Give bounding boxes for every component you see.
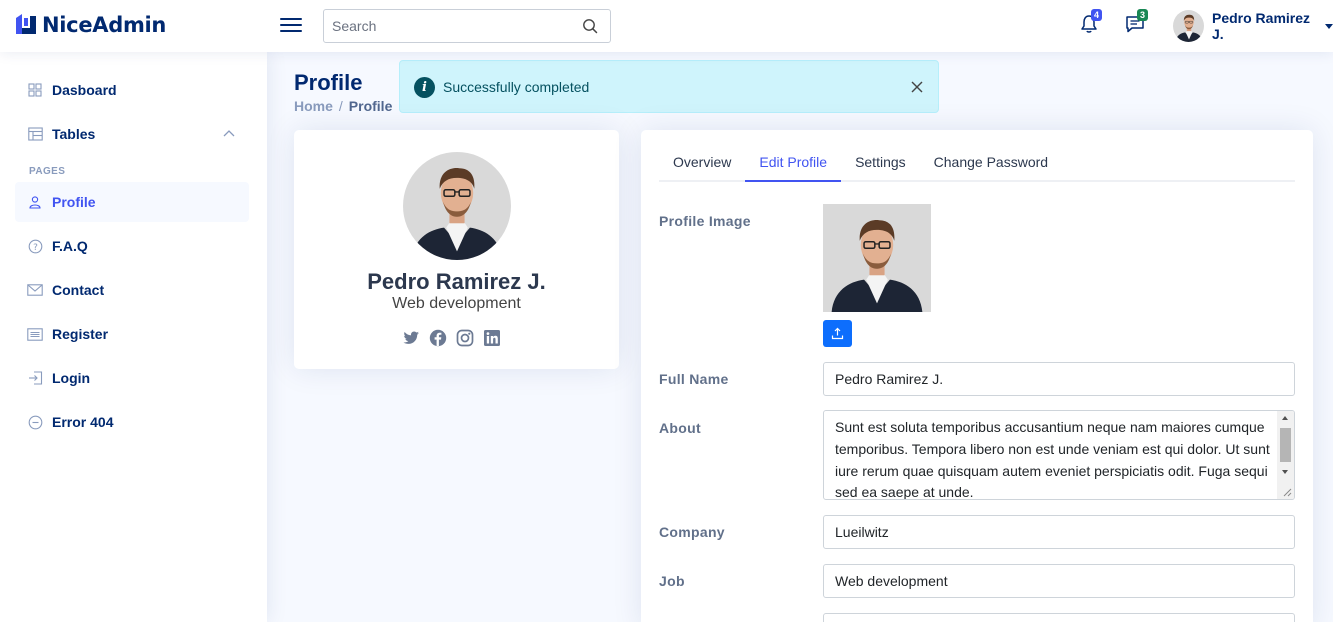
sidebar-item-label: Dasboard [52,82,117,98]
sidebar-item-label: Register [52,326,109,342]
sidebar-item-dashboard[interactable]: Dasboard [15,70,249,110]
svg-text:?: ? [33,243,38,253]
sidebar-item-label: Contact [52,282,105,298]
search-icon[interactable] [582,18,598,34]
search-input[interactable] [324,10,564,42]
textarea-scrollbar[interactable] [1277,411,1294,499]
info-icon: i [414,77,435,98]
instagram-icon[interactable] [456,329,474,347]
linkedin-icon[interactable] [483,329,501,347]
sidebar-item-faq[interactable]: ? F.A.Q [15,226,249,266]
alert-message: Successfully completed [443,79,590,95]
table-icon [27,126,43,142]
sidebar-item-contact[interactable]: Contact [15,270,249,310]
card-list-icon [27,326,43,342]
sidebar-item-label: Login [52,370,91,386]
dash-circle-icon [27,414,43,430]
envelope-icon [27,282,43,298]
company-label: Company [659,524,725,540]
social-links [402,329,510,347]
company-field[interactable] [823,515,1295,549]
profile-job: Web development [392,295,521,312]
full-name-field[interactable] [823,362,1295,396]
messages-badge: 3 [1137,9,1149,21]
sidebar-item-login[interactable]: Login [15,358,249,398]
profile-image-label: Profile Image [659,213,751,229]
breadcrumb-home[interactable]: Home [294,98,333,114]
sidebar: Dasboard Tables Pages Profile ? F.A.Q Co… [0,52,267,622]
logo-icon [16,14,36,34]
person-icon [27,194,43,210]
upload-icon [831,327,844,340]
sidebar-item-error-404[interactable]: Error 404 [15,402,249,442]
about-label: About [659,420,701,436]
sidebar-item-label: Error 404 [52,414,114,430]
profile-tabs: Overview Edit Profile Settings Change Pa… [659,142,1295,182]
next-field[interactable] [823,613,1295,622]
profile-name: Pedro Ramirez J. [367,269,546,294]
sidebar-item-tables[interactable]: Tables [15,114,249,154]
close-icon[interactable] [910,80,924,94]
edit-profile-card: Overview Edit Profile Settings Change Pa… [641,130,1313,622]
tab-settings[interactable]: Settings [841,142,920,182]
page-title: Profile [294,70,363,95]
about-textarea[interactable]: Sunt est soluta temporibus accusantium n… [823,410,1295,500]
profile-image-preview [823,204,931,312]
notifications-badge: 4 [1091,9,1103,21]
logo[interactable]: NiceAdmin [14,12,166,38]
grid-icon [27,82,43,98]
sidebar-item-label: Tables [52,126,96,142]
user-menu[interactable]: Pedro Ramirez J. [1173,10,1333,42]
upload-image-button[interactable] [823,320,852,347]
tab-change-password[interactable]: Change Password [920,142,1062,182]
tab-overview[interactable]: Overview [659,142,745,182]
top-header: NiceAdmin 4 3 Pedro Ramirez J. [0,0,1333,52]
avatar [1173,10,1204,42]
app-name: NiceAdmin [42,13,167,37]
twitter-icon[interactable] [402,329,420,347]
chevron-up-icon[interactable] [223,129,235,137]
facebook-icon[interactable] [429,329,447,347]
scroll-up-icon[interactable] [1282,416,1288,420]
sidebar-item-label: F.A.Q [52,238,88,254]
sidebar-item-label: Profile [52,194,96,210]
sidebar-item-register[interactable]: Register [15,314,249,354]
profile-card: Pedro Ramirez J. Web development [294,130,619,369]
sidebar-item-profile[interactable]: Profile [15,182,249,222]
menu-toggle-icon[interactable] [280,14,302,36]
profile-avatar [403,152,511,260]
success-alert: i Successfully completed [399,60,939,113]
resize-handle-icon[interactable] [1282,487,1292,497]
job-label: Job [659,573,685,589]
sidebar-section-heading: Pages [29,166,66,177]
breadcrumb-current: Profile [348,98,393,114]
tab-edit-profile[interactable]: Edit Profile [745,142,842,182]
messages-button[interactable]: 3 [1125,9,1149,36]
box-arrow-in-right-icon [27,370,43,386]
scrollbar-thumb[interactable] [1280,428,1291,462]
user-name: Pedro Ramirez J. [1211,10,1311,42]
notifications-button[interactable]: 4 [1079,9,1103,36]
scroll-down-icon[interactable] [1282,470,1288,474]
about-text: Sunt est soluta temporibus accusantium n… [835,419,1270,500]
question-circle-icon: ? [27,238,43,254]
full-name-label: Full Name [659,371,729,387]
breadcrumb: Home / Profile [294,98,393,114]
caret-down-icon [1325,23,1333,29]
job-field[interactable] [823,564,1295,598]
search-bar [323,9,611,43]
